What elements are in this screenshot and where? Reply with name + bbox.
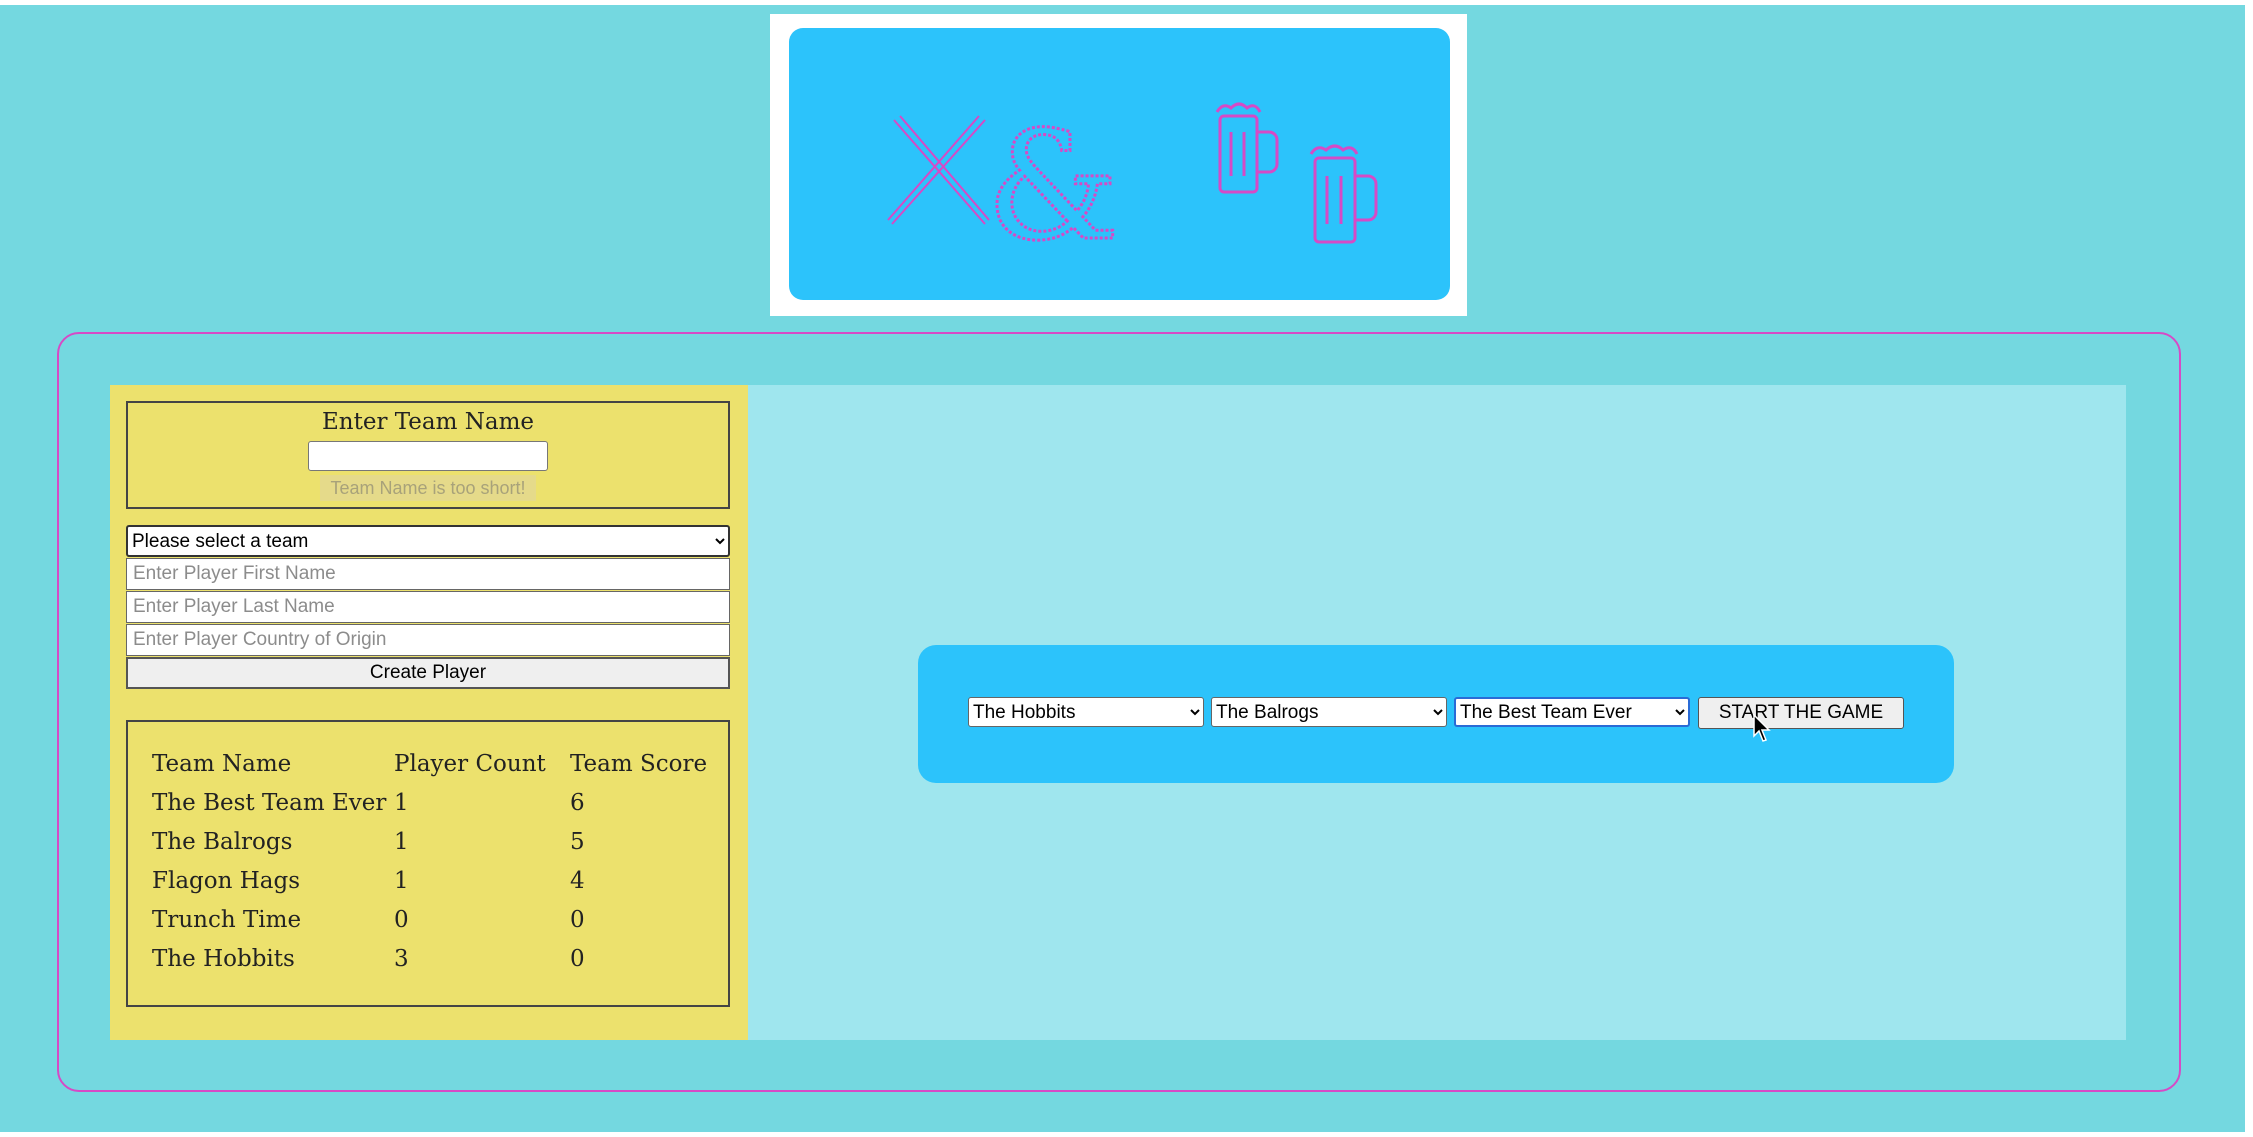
team-score-cell: 5	[570, 828, 585, 855]
team-form-title: Enter Team Name	[321, 409, 535, 435]
logo-banner: &	[770, 14, 1467, 316]
game-team-select-3[interactable]: The Best Team Ever	[1454, 697, 1690, 727]
beer-mug-icon	[1309, 144, 1378, 244]
table-row: Flagon Hags 1 4	[152, 861, 707, 900]
team-score-cell: 6	[570, 789, 585, 816]
beer-mug-icon	[1215, 102, 1279, 194]
sidebar: Enter Team Name Team Name is too short! …	[110, 385, 748, 1040]
logo-panel: &	[789, 28, 1450, 300]
game-team-select-1[interactable]: The Hobbits	[968, 697, 1204, 727]
team-name-cell: The Best Team Ever	[152, 789, 387, 816]
player-last-name-input[interactable]	[126, 591, 730, 623]
team-name-cell: Trunch Time	[152, 906, 302, 933]
logo-graphic: &	[887, 99, 1378, 276]
player-team-select[interactable]: Please select a team	[126, 525, 730, 557]
team-score-cell: 4	[570, 867, 585, 894]
start-game-button[interactable]: START THE GAME	[1698, 697, 1904, 729]
player-country-input[interactable]	[126, 624, 730, 656]
team-form: Enter Team Name Team Name is too short!	[126, 401, 730, 509]
table-row: The Best Team Ever 1 6	[152, 783, 707, 822]
table-row: The Hobbits 3 0	[152, 939, 707, 978]
team-name-cell: The Balrogs	[152, 828, 293, 855]
team-name-error: Team Name is too short!	[320, 475, 536, 501]
team-name-input[interactable]	[308, 441, 548, 471]
table-row: The Balrogs 1 5	[152, 822, 707, 861]
scoreboard: Team Name Player Count Team Score The Be…	[126, 720, 730, 1007]
scoreboard-header-row: Team Name Player Count Team Score	[152, 744, 707, 783]
game-setup-bar: The Hobbits The Balrogs The Best Team Ev…	[918, 645, 1954, 783]
game-area: The Hobbits The Balrogs The Best Team Ev…	[748, 385, 2126, 1040]
header-team-score: Team Score	[570, 750, 708, 777]
team-name-cell: Flagon Hags	[152, 867, 301, 894]
player-count-cell: 1	[394, 867, 409, 894]
game-team-select-2[interactable]: The Balrogs	[1211, 697, 1447, 727]
crossed-swords-icon	[887, 115, 990, 225]
player-count-cell: 1	[394, 789, 409, 816]
header-team-name: Team Name	[152, 750, 292, 777]
table-row: Trunch Time 0 0	[152, 900, 707, 939]
player-first-name-input[interactable]	[126, 558, 730, 590]
team-name-cell: The Hobbits	[152, 945, 295, 972]
team-score-cell: 0	[570, 945, 585, 972]
header-player-count: Player Count	[394, 750, 546, 777]
create-player-button[interactable]: Create Player	[126, 657, 730, 689]
player-form: Please select a team Create Player	[126, 525, 730, 689]
scoreboard-table: Team Name Player Count Team Score The Be…	[152, 744, 707, 978]
player-count-cell: 1	[394, 828, 409, 855]
ampersand-icon: &	[986, 100, 1120, 274]
player-count-cell: 0	[394, 906, 409, 933]
player-count-cell: 3	[394, 945, 409, 972]
team-score-cell: 0	[570, 906, 585, 933]
